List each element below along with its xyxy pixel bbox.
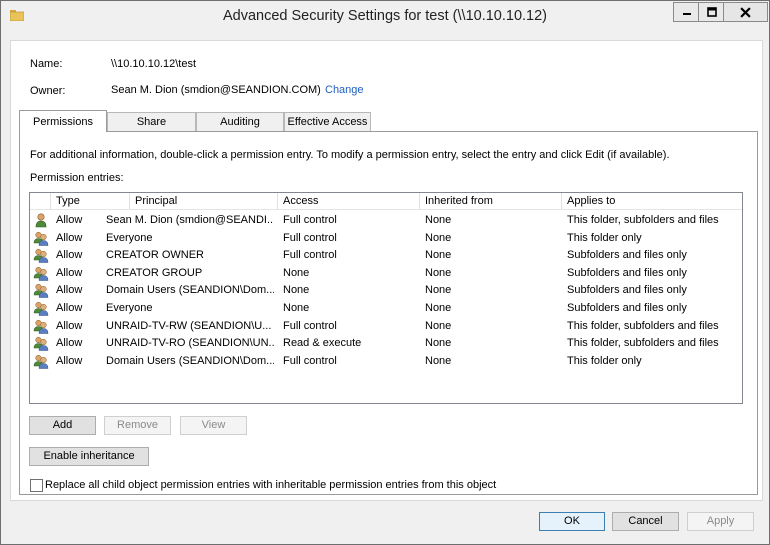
user-group-icon [33, 336, 49, 351]
cell-applies-to: Subfolders and files only [567, 284, 687, 297]
title-bar[interactable]: Advanced Security Settings for test (\\1… [1, 1, 769, 31]
replace-child-permissions-checkbox[interactable] [30, 479, 43, 492]
cell-access: Full control [283, 249, 337, 262]
close-icon [740, 6, 751, 18]
cell-access: None [283, 302, 310, 314]
user-group-icon [33, 319, 49, 334]
cell-inherited-from: None [425, 284, 452, 297]
cell-principal: Sean M. Dion (smdion@SEANDI... [106, 214, 274, 226]
table-row[interactable]: Allow CREATOR OWNER Full control None Subfol… [30, 247, 742, 264]
dialog-window: Advanced Security Settings for test (\\1… [0, 0, 770, 545]
ok-button[interactable]: OK [539, 512, 605, 531]
cell-inherited-from: None [425, 214, 452, 226]
minimize-button[interactable] [673, 2, 699, 22]
cell-applies-to: Subfolders and files only [567, 302, 687, 314]
user-group-icon [33, 354, 49, 369]
cell-principal: Domain Users (SEANDION\Dom... [106, 354, 274, 367]
user-group-icon [33, 231, 49, 246]
cell-applies-to: This folder, subfolders and files [567, 319, 719, 332]
cell-access: Full control [283, 214, 337, 226]
column-header-principal[interactable]: Principal [130, 193, 278, 210]
cell-principal: UNRAID-TV-RO (SEANDION\UN... [106, 337, 274, 350]
cell-applies-to: This folder only [567, 354, 642, 367]
replace-child-permissions-label: Replace all child object permission entr… [45, 479, 497, 491]
icon-column-header [30, 193, 51, 210]
cell-inherited-from: None [425, 337, 452, 350]
change-owner-link[interactable]: Change [325, 84, 364, 96]
cell-applies-to: This folder, subfolders and files [567, 337, 719, 350]
cancel-button[interactable]: Cancel [612, 512, 679, 531]
cell-inherited-from: None [425, 319, 452, 332]
remove-button[interactable]: Remove [104, 416, 171, 435]
user-group-icon [33, 248, 49, 263]
owner-label: Owner: [30, 85, 66, 97]
cell-principal: CREATOR OWNER [106, 249, 204, 262]
maximize-button[interactable] [698, 2, 724, 22]
tab-permissions[interactable]: Permissions [19, 110, 107, 132]
table-row[interactable]: Allow Everyone Full control None This folder… [30, 230, 742, 247]
cell-inherited-from: None [425, 249, 452, 262]
apply-button[interactable]: Apply [687, 512, 754, 531]
tab-effective-access[interactable]: Effective Access [284, 112, 371, 131]
cell-applies-to: Subfolders and files only [567, 266, 687, 279]
table-row[interactable]: Allow Everyone None None Subfolders and file… [30, 300, 742, 317]
cell-applies-to: This folder, subfolders and files [567, 214, 719, 226]
column-header-type[interactable]: Type [51, 193, 130, 210]
window-title: Advanced Security Settings for test (\\1… [222, 8, 547, 24]
enable-inheritance-button[interactable]: Enable inheritance [29, 447, 149, 466]
cell-inherited-from: None [425, 302, 452, 314]
column-header-access[interactable]: Access [278, 193, 420, 210]
column-header-applies-to[interactable]: Applies to [562, 193, 742, 210]
cell-access: Full control [283, 354, 337, 367]
column-header-inherited-from[interactable]: Inherited from [420, 193, 562, 210]
cell-inherited-from: None [425, 266, 452, 279]
cell-access: None [283, 284, 310, 297]
table-row[interactable]: Allow UNRAID-TV-RW (SEANDION\U... Full con… [30, 318, 742, 335]
cell-access: Full control [283, 231, 337, 244]
cell-applies-to: Subfolders and files only [567, 249, 687, 262]
cell-inherited-from: None [425, 231, 452, 244]
tab-auditing[interactable]: Auditing [196, 112, 284, 131]
close-button[interactable] [723, 2, 768, 22]
tab-share[interactable]: Share [107, 112, 196, 131]
name-value: \\10.10.10.12\test [111, 58, 197, 70]
info-text: For additional information, double-click… [30, 149, 670, 161]
single-user-icon [33, 213, 49, 228]
table-row[interactable]: Allow UNRAID-TV-RO (SEANDION\UN... Read & … [30, 335, 742, 352]
table-row[interactable]: Allow Domain Users (SEANDION\Dom... Full c… [30, 353, 742, 370]
cell-applies-to: This folder only [567, 231, 642, 244]
add-button[interactable]: Add [29, 416, 96, 435]
cell-access: None [283, 266, 310, 279]
owner-value: Sean M. Dion (smdion@SEANDION.COM) [111, 84, 321, 96]
cell-inherited-from: None [425, 354, 452, 367]
cell-principal: Everyone [106, 302, 153, 314]
cell-principal: UNRAID-TV-RW (SEANDION\U... [106, 319, 272, 332]
permission-entries-list[interactable]: Type Principal Access Inherited from App… [29, 192, 743, 404]
maximize-icon [706, 7, 717, 17]
cell-principal: Domain Users (SEANDION\Dom... [106, 284, 274, 297]
user-group-icon [33, 301, 49, 316]
table-row[interactable]: Allow Sean M. Dion (smdion@SEANDI... Full … [30, 212, 742, 229]
permission-entries-label: Permission entries: [30, 172, 124, 184]
name-label: Name: [30, 58, 63, 70]
minimize-icon [682, 13, 691, 15]
cell-access: Read & execute [283, 337, 362, 350]
user-group-icon [33, 283, 49, 299]
table-row[interactable]: Allow CREATOR GROUP None None Subfolders and… [30, 265, 742, 282]
user-group-icon [33, 266, 49, 281]
table-row[interactable]: Allow Domain Users (SEANDION\Dom... None No… [30, 282, 742, 299]
view-button[interactable]: View [180, 416, 247, 435]
cell-access: Full control [283, 319, 337, 332]
cell-principal: Everyone [106, 231, 153, 244]
cell-principal: CREATOR GROUP [106, 266, 203, 279]
